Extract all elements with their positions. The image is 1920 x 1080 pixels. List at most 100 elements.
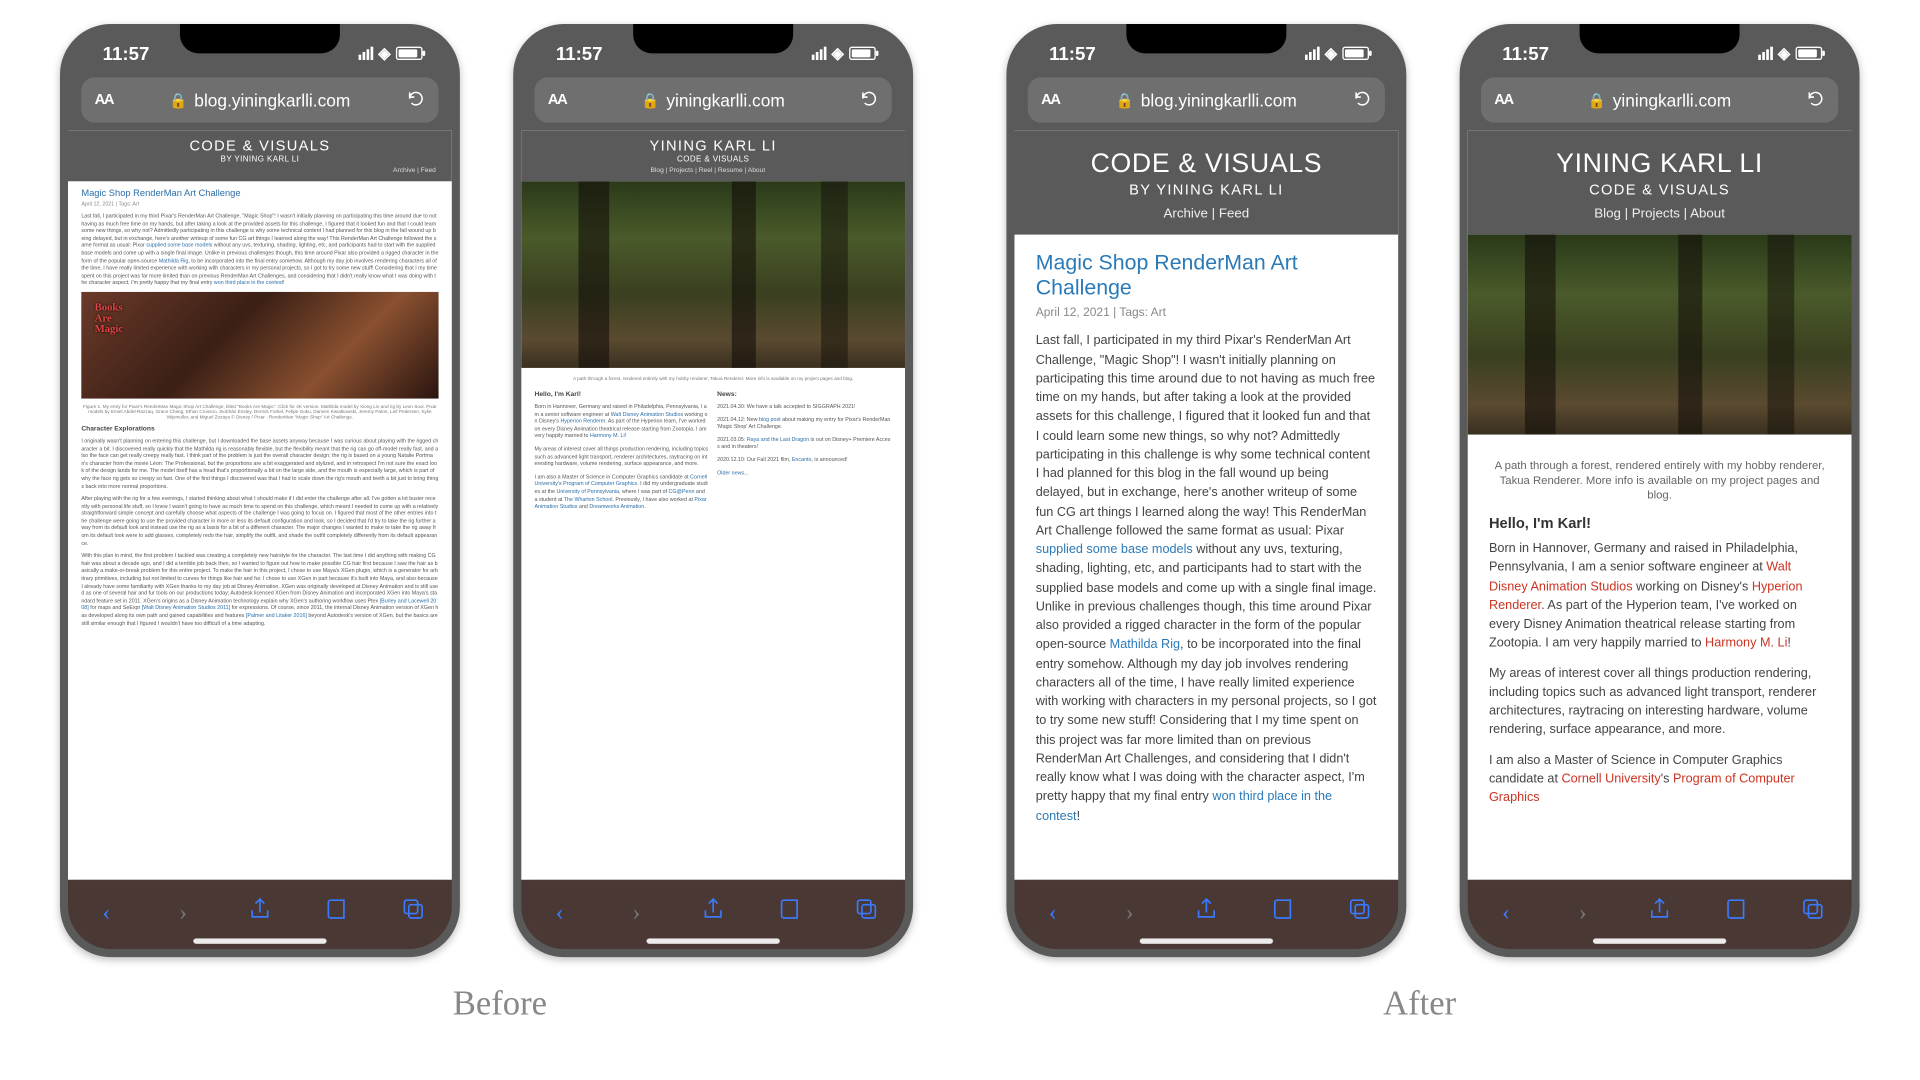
share-button[interactable] [240, 895, 280, 928]
site-title: CODE & VISUALS [1022, 149, 1390, 180]
news-item: 2021.04.12: New blog post about making m… [717, 415, 892, 430]
share-button[interactable] [1186, 895, 1226, 928]
status-time: 11:57 [103, 43, 150, 64]
refresh-button[interactable] [407, 89, 426, 112]
forward-button[interactable]: › [163, 898, 203, 926]
lock-icon: 🔒 [1116, 91, 1134, 108]
reader-aa-button[interactable]: AA [1041, 92, 1060, 108]
news-heading: News: [717, 391, 892, 399]
bookmarks-button[interactable] [1263, 895, 1303, 928]
post-date: April 12, 2021 | Tags: Art [81, 200, 438, 207]
battery-icon [396, 47, 423, 60]
hero-forest-image [1468, 235, 1852, 435]
site-header: CODE & VISUALS BY YINING KARL LI Archive… [68, 131, 452, 182]
bookmarks-button[interactable] [770, 895, 810, 928]
older-news-link[interactable]: Older news... [717, 469, 892, 476]
signal-icon [358, 47, 373, 60]
interests-paragraph: My areas of interest cover all things pr… [1489, 665, 1830, 741]
site-title: YINING KARL LI [1476, 149, 1844, 180]
site-title: YINING KARL LI [527, 139, 900, 155]
tabs-button[interactable] [1793, 895, 1833, 928]
phone-before-site: 11:57 ◈ AA 🔒yiningkarlli.com [513, 24, 913, 957]
link-base-models[interactable]: supplied some base models [1036, 543, 1193, 558]
back-button[interactable]: ‹ [1033, 898, 1073, 926]
forward-button[interactable]: › [1563, 898, 1603, 926]
hero-caption: A path through a forest, rendered entire… [535, 376, 892, 381]
url-bar[interactable]: AA 🔒blog.yiningkarlli.com [81, 77, 438, 122]
site-nav[interactable]: Archive | Feed [73, 164, 446, 175]
link-cornell[interactable]: Cornell University [1561, 772, 1660, 787]
refresh-button[interactable] [860, 89, 879, 112]
reader-aa-button[interactable]: AA [548, 92, 567, 108]
hello-heading: Hello, I'm Karl! [535, 391, 710, 399]
bookmarks-button[interactable] [1716, 895, 1756, 928]
reader-aa-button[interactable]: AA [95, 92, 114, 108]
post-paragraph: Last fall, I participated in my third Pi… [81, 212, 438, 287]
reader-aa-button[interactable]: AA [1494, 92, 1513, 108]
battery-icon [849, 47, 876, 60]
url-text: blog.yiningkarlli.com [194, 90, 350, 110]
wifi-icon: ◈ [1325, 44, 1337, 63]
site-nav[interactable]: Blog | Projects | Reel | Resume | About [527, 164, 900, 175]
post-paragraph: With this plan in mind, the first proble… [81, 552, 438, 627]
interests-paragraph: My areas of interest cover all things pr… [535, 445, 710, 467]
wifi-icon: ◈ [831, 44, 843, 63]
site-nav[interactable]: Blog | Projects | About [1476, 207, 1844, 222]
forward-button[interactable]: › [1110, 898, 1150, 926]
lock-icon: 🔒 [1588, 91, 1606, 108]
signal-icon [1305, 47, 1320, 60]
site-nav[interactable]: Archive | Feed [1022, 207, 1390, 222]
forward-button[interactable]: › [616, 898, 656, 926]
notch [633, 24, 793, 53]
bio-paragraph: Born in Hannover, Germany and raised in … [1489, 540, 1830, 654]
refresh-button[interactable] [1353, 89, 1372, 112]
hero-caption: A path through a forest, rendered entire… [1489, 459, 1830, 503]
back-button[interactable]: ‹ [86, 898, 126, 926]
post-title[interactable]: Magic Shop RenderMan Art Challenge [1036, 251, 1377, 302]
site-title: CODE & VISUALS [73, 139, 446, 155]
link-harmony[interactable]: Harmony M. Li [1705, 636, 1787, 651]
site-header: CODE & VISUALS BY YINING KARL LI Archive… [1014, 131, 1398, 235]
tabs-button[interactable] [1340, 895, 1380, 928]
status-time: 11:57 [556, 43, 603, 64]
bookmarks-button[interactable] [317, 895, 357, 928]
notch [180, 24, 340, 53]
post-paragraph: Last fall, I participated in my third Pi… [1036, 332, 1377, 826]
site-header: YINING KARL LI CODE & VISUALS Blog | Pro… [1468, 131, 1852, 235]
url-text: blog.yiningkarlli.com [1141, 90, 1297, 110]
books-are-magic-text: BooksAreMagic [95, 303, 123, 335]
bio-paragraph: Born in Hannover, Germany and raised in … [535, 403, 710, 440]
education-paragraph: I am also a Master of Science in Compute… [1489, 751, 1830, 808]
site-header: YINING KARL LI CODE & VISUALS Blog | Pro… [521, 131, 905, 182]
site-subtitle: CODE & VISUALS [527, 156, 900, 164]
news-item: 2020.12.10: Our Fall 2021 film, Encanto,… [717, 456, 892, 463]
label-before: Before [40, 984, 960, 1024]
share-button[interactable] [693, 895, 733, 928]
back-button[interactable]: ‹ [540, 898, 580, 926]
post-paragraph: After playing with the rig for a few eve… [81, 495, 438, 547]
phone-after-blog: 11:57 ◈ AA 🔒 blog.yiningkarlli.com [1006, 24, 1406, 957]
post-title[interactable]: Magic Shop RenderMan Art Challenge [81, 189, 438, 198]
url-bar[interactable]: AA 🔒yiningkarlli.com [535, 77, 892, 122]
battery-icon [1342, 47, 1369, 60]
link-mathilda-rig[interactable]: Mathilda Rig [1110, 638, 1180, 653]
share-button[interactable] [1640, 895, 1680, 928]
status-time: 11:57 [1049, 43, 1096, 64]
post-date: April 12, 2021 | Tags: Art [1036, 306, 1377, 319]
notch [1580, 24, 1740, 53]
news-item: 2021.04.30: We have a talk accepted to S… [717, 403, 892, 410]
back-button[interactable]: ‹ [1486, 898, 1526, 926]
url-text: yiningkarlli.com [1613, 90, 1731, 110]
lock-icon: 🔒 [641, 91, 659, 108]
tabs-button[interactable] [393, 895, 433, 928]
status-time: 11:57 [1502, 43, 1549, 64]
signal-icon [1758, 47, 1773, 60]
site-subtitle: CODE & VISUALS [1476, 183, 1844, 199]
news-item: 2021.03.05: Raya and the Last Dragon is … [717, 436, 892, 451]
home-indicator [647, 938, 780, 943]
url-bar[interactable]: AA 🔒 yiningkarlli.com [1481, 77, 1838, 122]
tabs-button[interactable] [847, 895, 887, 928]
url-bar[interactable]: AA 🔒 blog.yiningkarlli.com [1028, 77, 1385, 122]
refresh-button[interactable] [1806, 89, 1825, 112]
site-subtitle: BY YINING KARL LI [1022, 183, 1390, 199]
